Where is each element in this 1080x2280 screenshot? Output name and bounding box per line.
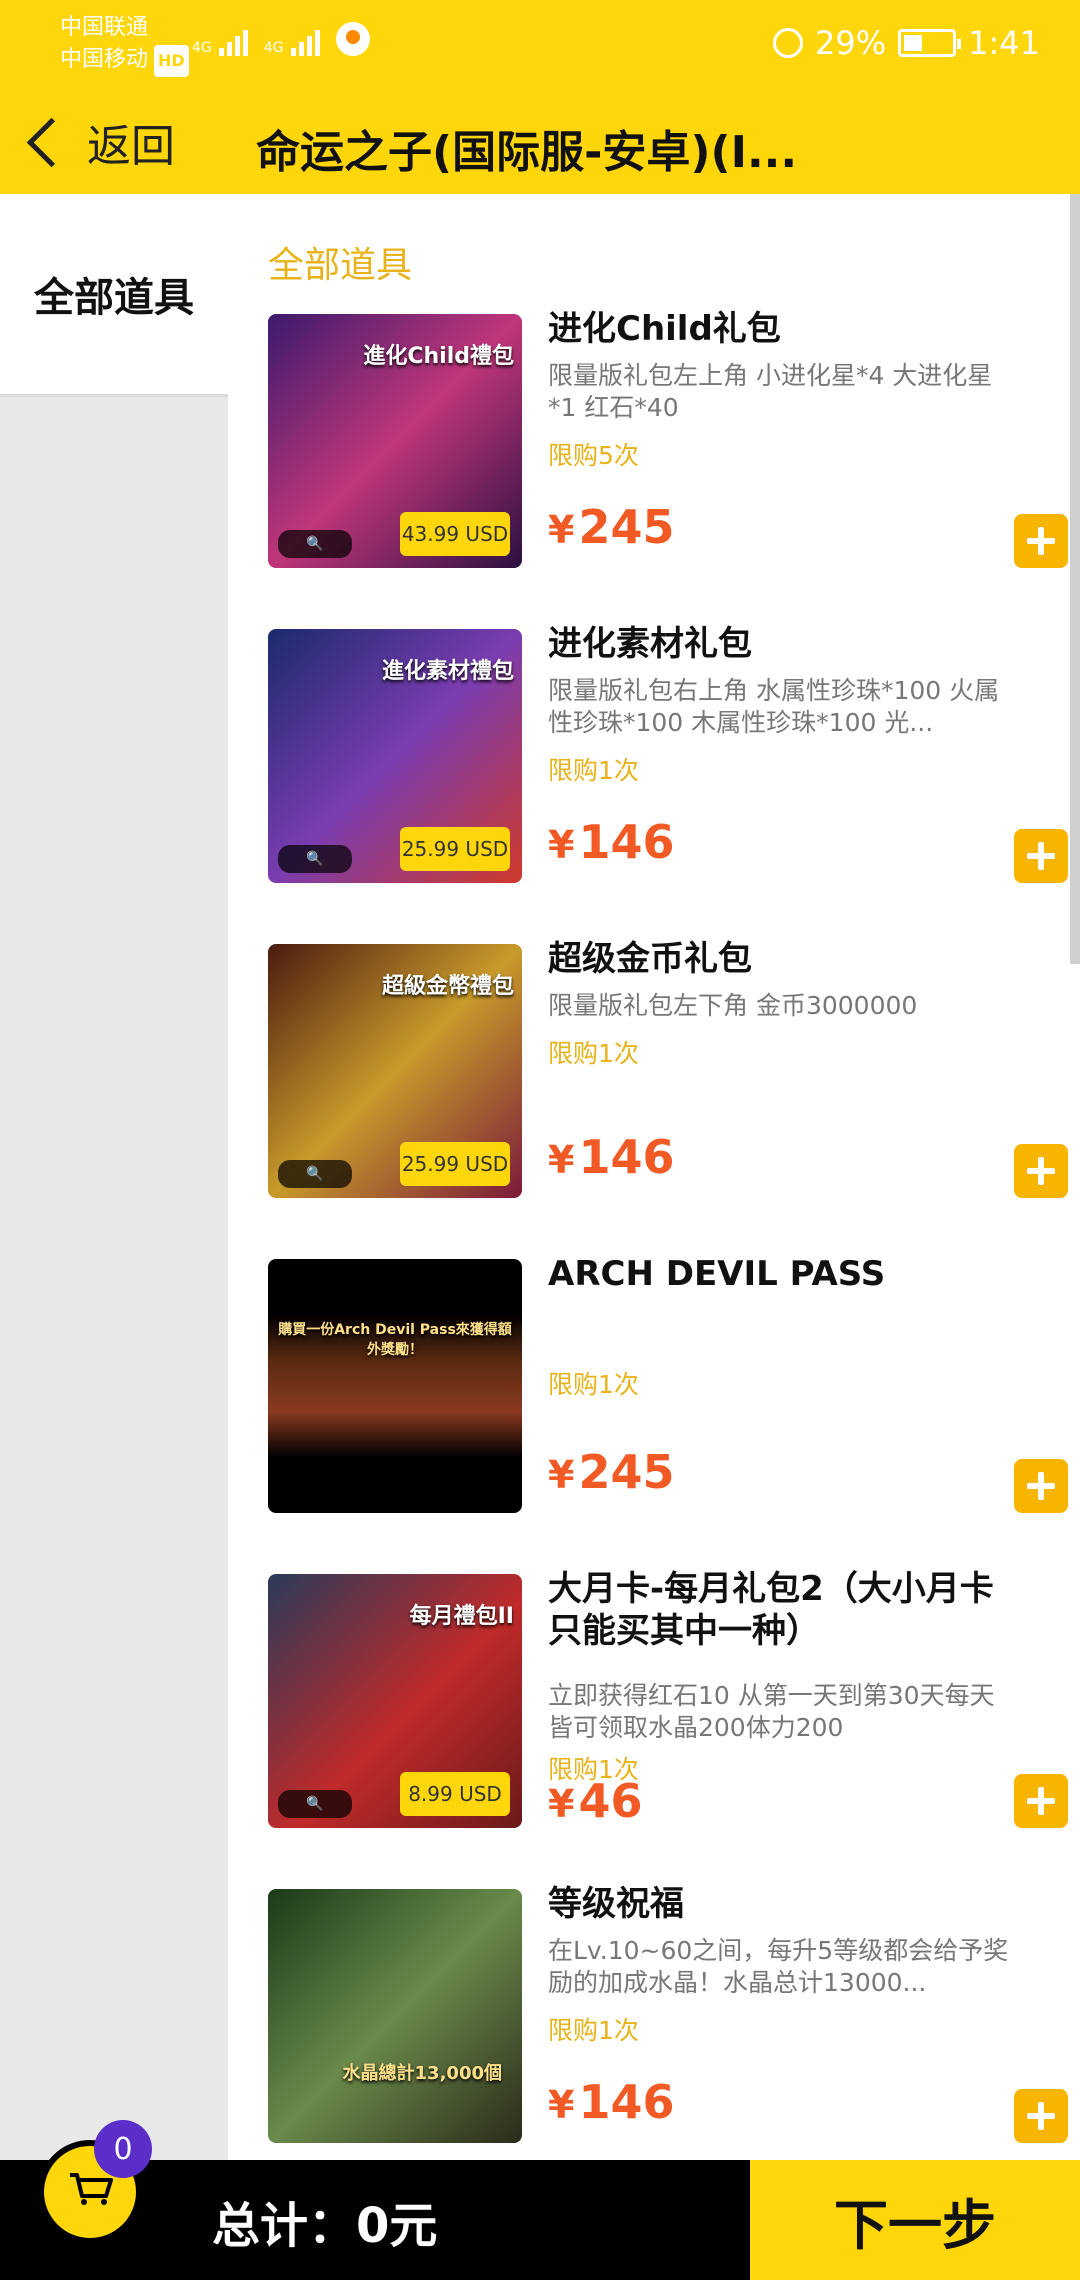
item-thumbnail[interactable]: 進化Child禮包 43.99 USD 🔍: [268, 314, 522, 568]
add-button[interactable]: [1014, 1774, 1068, 1828]
purchase-limit: 限购1次: [548, 1370, 639, 1399]
status-right: 29% 1:41: [773, 24, 1040, 62]
hd-badge: HD: [154, 45, 189, 77]
add-button[interactable]: [1014, 514, 1068, 568]
purchase-limit: 限购1次: [548, 2016, 639, 2045]
item-thumbnail[interactable]: 每月禮包II 8.99 USD 🔍: [268, 1574, 522, 1828]
carrier-2: 中国移动: [60, 47, 149, 72]
purchase-limit: 限购5次: [548, 441, 639, 470]
item-description: 立即获得红石10 从第一天到第30天每天皆可领取水晶200体力200: [548, 1681, 995, 1742]
item-price: ¥146: [548, 1130, 674, 1184]
list-item[interactable]: 進化Child禮包 43.99 USD 🔍 进化Child礼包 限量版礼包左上角…: [268, 309, 1068, 614]
item-thumbnail[interactable]: 超級金幣禮包 25.99 USD 🔍: [268, 944, 522, 1198]
category-sidebar: 全部道具: [0, 194, 228, 2160]
thumb-price: 25.99 USD: [400, 827, 510, 871]
currency-symbol: ¥: [548, 1782, 575, 1826]
item-name: 进化Child礼包: [548, 309, 781, 349]
currency-symbol: ¥: [548, 1138, 575, 1182]
signal-icon: 4G: [264, 30, 320, 56]
item-name: ARCH DEVIL PASS: [548, 1254, 886, 1294]
list-item[interactable]: 進化素材禮包 25.99 USD 🔍 进化素材礼包 限量版礼包右上角 水属性珍珠…: [268, 624, 1068, 929]
item-description: 限量版礼包左下角 金币3000000: [548, 991, 918, 1020]
cart-count-badge: 0: [94, 2120, 152, 2178]
net-type-2: 4G: [263, 40, 284, 56]
item-name: 等级祝福: [548, 1884, 684, 1924]
purchase-limit: 限购1次: [548, 1039, 639, 1068]
price-value: 146: [578, 815, 675, 869]
add-button[interactable]: [1014, 1459, 1068, 1513]
thumb-price: 43.99 USD: [400, 512, 510, 556]
item-price: ¥245: [548, 500, 674, 554]
clock: 1:41: [968, 24, 1040, 62]
currency-symbol: ¥: [548, 508, 575, 552]
thumb-caption: 進化Child禮包: [363, 344, 514, 369]
section-title: 全部道具: [268, 245, 413, 286]
net-type-1: 4G: [192, 40, 212, 56]
sidebar-item-all-items[interactable]: 全部道具: [0, 194, 228, 397]
page-title: 命运之子(国际服-安卓)(I...: [256, 127, 798, 178]
item-price: ¥245: [548, 1445, 674, 1499]
back-label: 返回: [87, 121, 175, 172]
battery-icon: [898, 29, 962, 57]
total-label: 总计：0元: [212, 2198, 438, 2254]
carrier-1: 中国联通: [60, 15, 149, 40]
item-name: 进化素材礼包: [548, 624, 752, 664]
item-thumbnail[interactable]: 購買一份Arch Devil Pass來獲得額外獎勵！: [268, 1259, 522, 1513]
price-value: 245: [578, 500, 675, 554]
price-value: 146: [578, 2075, 675, 2129]
back-button[interactable]: 返回: [24, 110, 175, 174]
scrollbar[interactable]: [1070, 194, 1080, 964]
item-thumbnail[interactable]: 水晶總計13,000個: [268, 1889, 522, 2143]
item-price: ¥146: [548, 815, 674, 869]
currency-symbol: ¥: [548, 2083, 575, 2127]
item-list[interactable]: 全部道具 進化Child禮包 43.99 USD 🔍 进化Child礼包 限量版…: [228, 194, 1080, 2160]
item-description: 在Lv.10~60之间，每升5等级都会给予奖励的加成水晶！水晶总计13000..…: [548, 1936, 1009, 1997]
signal-indicators: 4G 4G: [192, 22, 370, 56]
purchase-limit: 限购1次: [548, 756, 639, 785]
chevron-left-icon: [26, 117, 77, 167]
thumb-caption: 購買一份Arch Devil Pass來獲得額外獎勵！: [278, 1322, 512, 1358]
price-value: 146: [578, 1130, 675, 1184]
thumb-price: 8.99 USD: [400, 1772, 510, 1816]
list-item[interactable]: 水晶總計13,000個 等级祝福 在Lv.10~60之间，每升5等级都会给予奖励…: [268, 1884, 1068, 2160]
location-app-icon: [335, 22, 370, 56]
item-thumbnail[interactable]: 進化素材禮包 25.99 USD 🔍: [268, 629, 522, 883]
carrier-info: 中国联通 中国移动 HD: [60, 12, 189, 77]
thumb-caption: 進化素材禮包: [381, 659, 514, 684]
battery-percent: 29%: [815, 24, 887, 62]
item-price: ¥146: [548, 2075, 674, 2129]
item-name: 大月卡-每月礼包2（大小月卡只能买其中一种）: [548, 1569, 994, 1651]
header: 中国联通 中国移动 HD 4G 4G 29% 1:41 返回 命运之子(国际服-安…: [0, 0, 1080, 194]
currency-symbol: ¥: [548, 1453, 575, 1497]
thumb-caption: 每月禮包II: [409, 1604, 514, 1629]
price-value: 46: [578, 1774, 643, 1828]
currency-symbol: ¥: [548, 823, 575, 867]
thumb-price: 25.99 USD: [400, 1142, 510, 1186]
next-step-button[interactable]: 下一步: [750, 2160, 1080, 2280]
list-item[interactable]: 每月禮包II 8.99 USD 🔍 大月卡-每月礼包2（大小月卡只能买其中一种）…: [268, 1569, 1068, 1874]
thumb-caption: 超級金幣禮包: [381, 974, 514, 999]
item-description: 限量版礼包右上角 水属性珍珠*100 火属性珍珠*100 木属性珍珠*100 光…: [548, 676, 1000, 737]
item-price: ¥46: [548, 1774, 642, 1828]
detail-badge: 🔍: [278, 1790, 352, 1818]
add-button[interactable]: [1014, 2089, 1068, 2143]
status-bar: 中国联通 中国移动 HD 4G 4G 29% 1:41: [0, 0, 1080, 90]
thumb-caption: 水晶總計13,000個: [342, 2063, 502, 2084]
nav-bar: 返回 命运之子(国际服-安卓)(I...: [0, 90, 1080, 194]
detail-badge: 🔍: [278, 845, 352, 873]
cart-icon: [70, 2173, 113, 2205]
detail-badge: 🔍: [278, 530, 352, 558]
alarm-icon: [773, 28, 804, 58]
item-description: 限量版礼包左上角 小进化星*4 大进化星*1 红石*40: [548, 361, 993, 422]
signal-icon: 4G: [192, 30, 248, 56]
detail-badge: 🔍: [278, 1160, 352, 1188]
list-item[interactable]: 購買一份Arch Devil Pass來獲得額外獎勵！ ARCH DEVIL P…: [268, 1254, 1068, 1559]
add-button[interactable]: [1014, 1144, 1068, 1198]
add-button[interactable]: [1014, 829, 1068, 883]
item-name: 超级金币礼包: [548, 939, 752, 979]
list-item[interactable]: 超級金幣禮包 25.99 USD 🔍 超级金币礼包 限量版礼包左下角 金币300…: [268, 939, 1068, 1244]
price-value: 245: [578, 1445, 675, 1499]
